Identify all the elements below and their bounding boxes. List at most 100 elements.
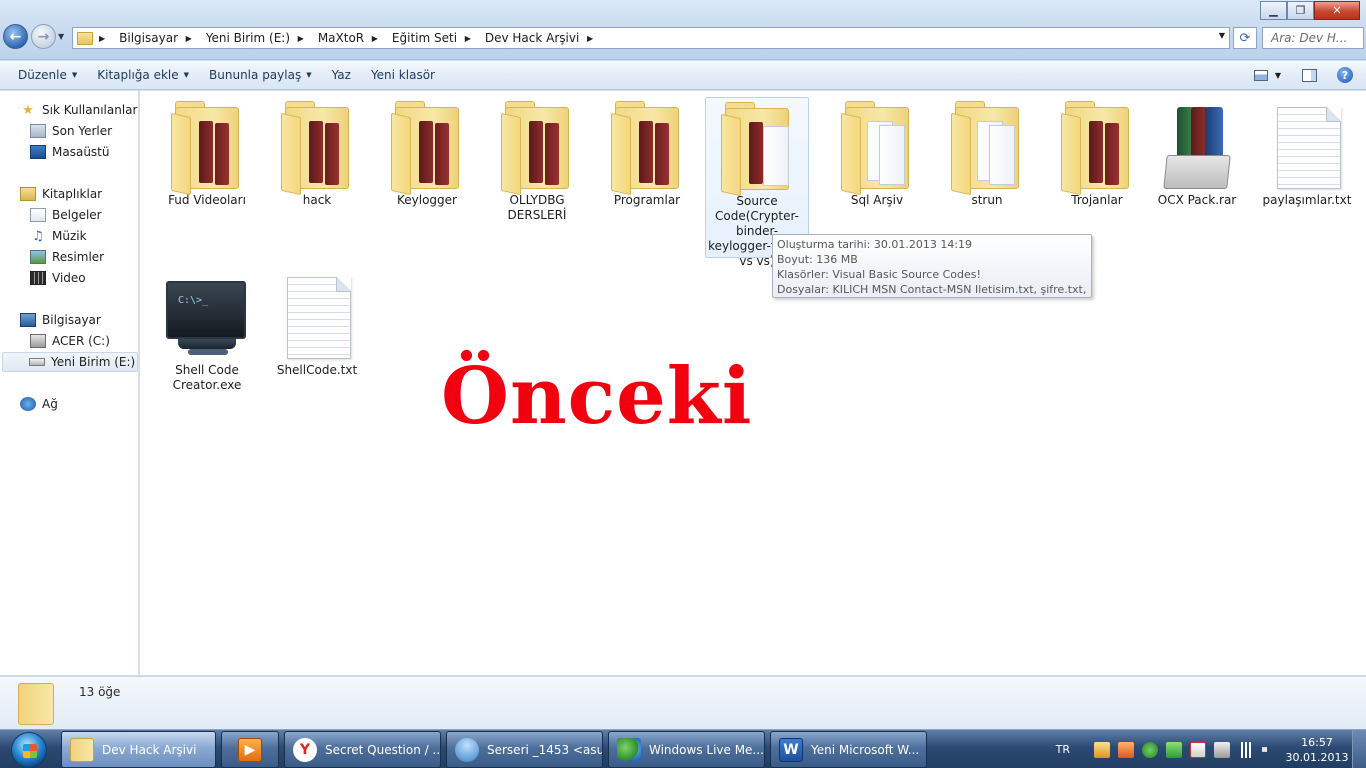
nav-network[interactable]: Ağ <box>20 394 58 414</box>
new-folder-button[interactable]: Yeni klasör <box>361 64 445 86</box>
computer-icon <box>20 313 36 327</box>
file-item-folder[interactable]: Trojanlar <box>1045 97 1149 208</box>
address-history-dropdown[interactable]: ▼ <box>1219 31 1225 40</box>
menu-label: Yaz <box>331 68 351 82</box>
file-item-folder[interactable]: Programlar <box>595 97 699 208</box>
nav-item-documents[interactable]: Belgeler <box>30 205 102 225</box>
documents-icon <box>30 208 46 222</box>
winrar-archive-icon <box>1161 97 1233 193</box>
messenger-contact-icon <box>455 737 479 762</box>
nav-favorites[interactable]: ★ Sık Kullanılanlar <box>20 100 137 120</box>
include-in-library-menu[interactable]: Kitaplığa ekle ▼ <box>87 64 199 86</box>
command-bar: Düzenle ▼ Kitaplığa ekle ▼ Bununla paylaş ▼… <box>0 61 1366 90</box>
chevron-down-icon: ▼ <box>183 71 190 79</box>
breadcrumb-item[interactable]: Dev Hack Arşivi ▶ <box>485 31 601 45</box>
folder-icon <box>611 97 683 196</box>
nav-computer[interactable]: Bilgisayar <box>20 310 101 330</box>
file-item-exe[interactable]: C:\>_ Shell Code Creator.exe <box>155 267 259 393</box>
nav-item-drive-c[interactable]: ACER (C:) <box>30 331 110 351</box>
forward-arrow-icon: → <box>37 28 50 45</box>
pictures-icon <box>30 250 46 264</box>
file-item-folder[interactable]: Sql Arşiv <box>825 97 929 208</box>
file-item-txt[interactable]: paylaşımlar.txt <box>1255 97 1359 208</box>
change-view-button[interactable] <box>1250 65 1272 85</box>
start-button[interactable] <box>3 731 55 768</box>
file-item-folder[interactable]: hack <box>265 97 369 208</box>
nav-item-video[interactable]: Video <box>30 268 86 288</box>
taskbar-button-word[interactable]: W Yeni Microsoft W... <box>770 731 927 768</box>
tooltip-folders: Klasörler: Visual Basic Source Codes! <box>777 268 981 281</box>
recent-places-icon <box>30 124 46 138</box>
tray-device-icon[interactable] <box>1214 741 1230 758</box>
breadcrumb-item[interactable]: Bilgisayar ▶ <box>119 31 200 45</box>
breadcrumb-item[interactable]: MaXtoR ▶ <box>318 31 386 45</box>
file-item-folder[interactable]: strun <box>935 97 1039 208</box>
preview-pane-button[interactable] <box>1298 65 1320 85</box>
taskbar: Dev Hack Arşivi ▶ Y Secret Question / ..… <box>0 729 1366 768</box>
close-button[interactable]: ✕ <box>1314 1 1360 20</box>
file-item-rar[interactable]: OCX Pack.rar <box>1145 97 1249 208</box>
usb-drive-icon <box>29 358 45 366</box>
tray-check-icon[interactable] <box>1166 741 1182 758</box>
file-item-folder[interactable]: Keylogger <box>375 97 479 208</box>
breadcrumb-root-arrow[interactable]: ▶ <box>99 34 113 43</box>
tray-network-icon[interactable] <box>1142 741 1158 758</box>
minimize-button[interactable]: ▁ <box>1260 1 1287 20</box>
nav-item-music[interactable]: ♫ Müzik <box>30 226 86 246</box>
word-icon: W <box>779 737 803 762</box>
file-item-txt[interactable]: ShellCode.txt <box>265 267 369 378</box>
signal-icon[interactable] <box>1238 741 1254 758</box>
show-desktop-button[interactable] <box>1352 730 1366 768</box>
view-options-dropdown[interactable]: ▼ <box>1272 65 1284 85</box>
burn-button[interactable]: Yaz <box>322 64 361 86</box>
forward-button[interactable]: → <box>31 24 56 49</box>
recent-pages-dropdown[interactable]: ▼ <box>58 32 64 41</box>
back-button[interactable]: ← <box>3 24 28 49</box>
tray-app-icon[interactable] <box>1118 741 1134 758</box>
language-indicator[interactable]: TR <box>1056 743 1070 756</box>
breadcrumb-label: MaXtoR <box>317 31 365 45</box>
media-player-icon: ▶ <box>238 737 262 762</box>
tray-flag-icon[interactable] <box>1190 741 1206 758</box>
system-tray: TR 16:57 30.01.2013 <box>1056 730 1366 768</box>
nav-item-desktop[interactable]: Masaüstü <box>30 142 109 162</box>
breadcrumb-item[interactable]: Yeni Birim (E:) ▶ <box>206 31 312 45</box>
details-pane: 13 öğe <box>0 676 1366 729</box>
breadcrumb-label: Dev Hack Arşivi <box>484 31 580 45</box>
folder-icon <box>721 98 793 197</box>
file-item-folder[interactable]: Fud Videoları <box>155 97 259 208</box>
volume-icon[interactable] <box>1262 741 1272 758</box>
maximize-button[interactable]: ❐ <box>1287 1 1314 20</box>
taskbar-button-explorer[interactable]: Dev Hack Arşivi <box>61 731 216 768</box>
library-icon <box>20 187 36 201</box>
menu-label: Yeni klasör <box>370 68 435 82</box>
refresh-button[interactable]: ⟳ <box>1233 27 1257 49</box>
clock-time: 16:57 <box>1301 735 1333 749</box>
file-item-folder[interactable]: OLLYDBG DERSLERİ <box>485 97 589 223</box>
file-name: Keylogger <box>397 193 457 207</box>
nav-item-recent-places[interactable]: Son Yerler <box>30 121 112 141</box>
search-input[interactable]: Ara: Dev H... <box>1262 27 1364 49</box>
nav-item-drive-e[interactable]: Yeni Birim (E:) <box>2 352 138 372</box>
address-bar[interactable]: ▶ Bilgisayar ▶ Yeni Birim (E:) ▶ MaXtoR … <box>72 27 1230 49</box>
nav-libraries[interactable]: Kitaplıklar <box>20 184 102 204</box>
chevron-down-icon: ▼ <box>306 71 312 79</box>
taskbar-button-chat[interactable]: Serseri _1453 <asu... <box>446 731 603 768</box>
taskbar-button-browser[interactable]: Y Secret Question / ... <box>284 731 441 768</box>
organize-menu[interactable]: Düzenle ▼ <box>8 64 87 86</box>
taskbar-button-media[interactable]: ▶ <box>221 731 279 768</box>
taskbar-button-messenger[interactable]: Windows Live Me... <box>608 731 765 768</box>
nav-item-pictures[interactable]: Resimler <box>30 247 104 267</box>
folder-icon <box>1061 97 1133 196</box>
nav-label: Bilgisayar <box>42 313 101 327</box>
help-button[interactable]: ? <box>1334 65 1356 85</box>
taskbar-label: Dev Hack Arşivi <box>102 742 197 757</box>
tray-app-icon[interactable] <box>1094 741 1110 758</box>
folder-icon <box>951 97 1023 196</box>
nav-label: Masaüstü <box>52 145 110 159</box>
window-controls: ▁ ❐ ✕ <box>1260 1 1360 20</box>
share-with-menu[interactable]: Bununla paylaş ▼ <box>199 64 322 86</box>
folder-icon <box>171 97 243 196</box>
clock[interactable]: 16:57 30.01.2013 <box>1282 735 1352 765</box>
breadcrumb-item[interactable]: Eğitim Seti ▶ <box>392 31 479 45</box>
